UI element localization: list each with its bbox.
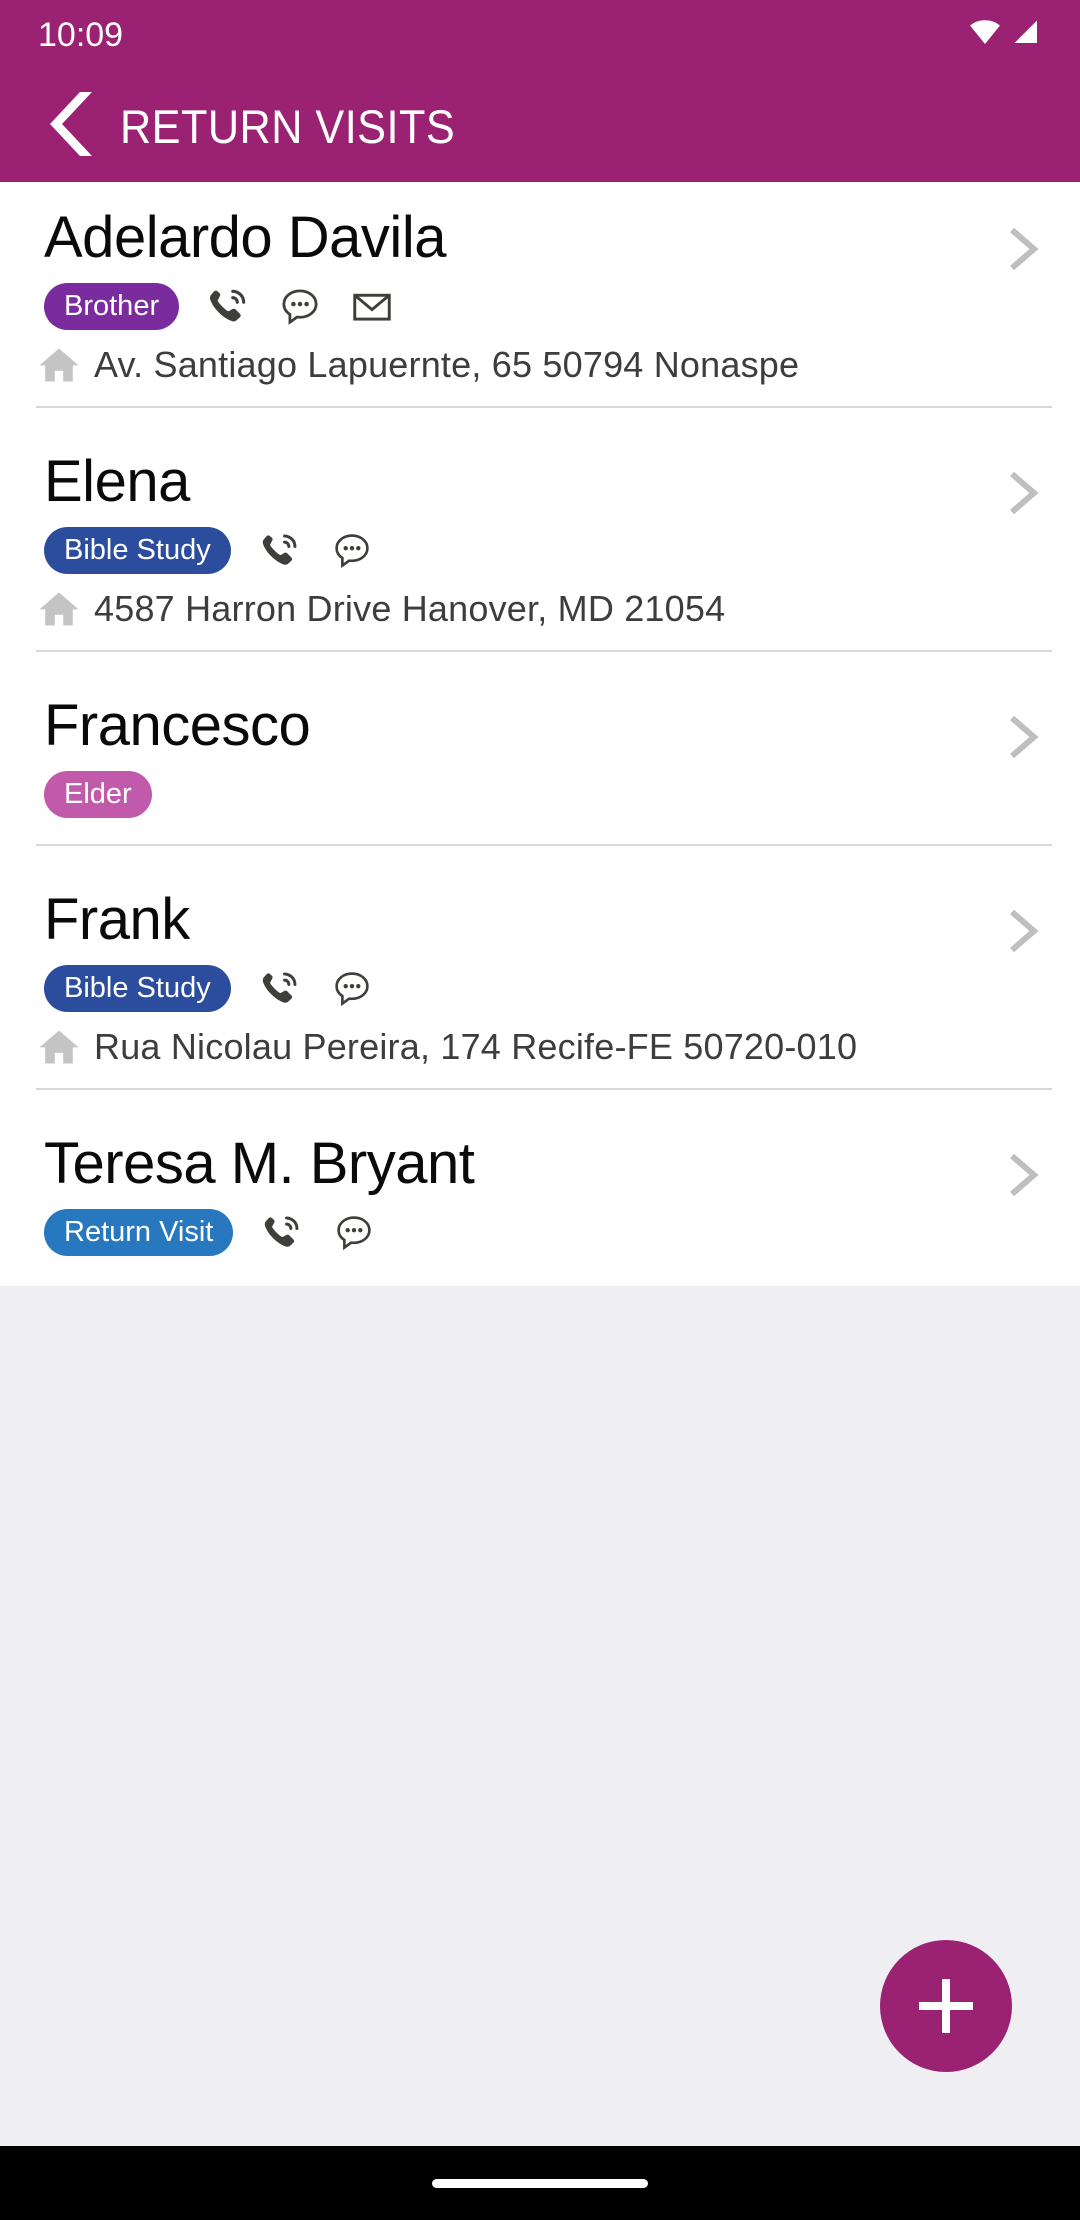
contact-address: 4587 Harron Drive Hanover, MD 21054 <box>94 588 725 630</box>
contact-actions <box>257 528 375 574</box>
contact-name: Francesco <box>44 692 1006 760</box>
contact-address: Av. Santiago Lapuernte, 65 50794 Nonaspe <box>94 344 799 386</box>
empty-list-area <box>0 1286 1080 2220</box>
list-divider <box>36 650 1052 652</box>
message-icon[interactable] <box>277 284 323 330</box>
app-bar: RETURN VISITS <box>0 70 1080 182</box>
home-icon <box>36 342 82 388</box>
list-item-header: Francesco <box>0 692 1080 765</box>
signal-icon <box>1012 18 1042 53</box>
contact-actions <box>257 966 375 1012</box>
list-item-header: Elena <box>0 448 1080 521</box>
phone-icon[interactable] <box>205 284 251 330</box>
contact-address-row: Rua Nicolau Pereira, 174 Recife-FE 50720… <box>0 1012 1080 1070</box>
status-bar: 10:09 <box>0 0 1080 70</box>
message-icon[interactable] <box>329 966 375 1012</box>
status-badge[interactable]: Elder <box>44 771 152 818</box>
list-item-header: Frank <box>0 886 1080 959</box>
contact-name: Frank <box>44 886 1006 954</box>
chevron-left-icon <box>40 87 102 166</box>
return-visits-list: Adelardo Davila Brother <box>0 182 1080 1286</box>
list-item-header: Adelardo Davila <box>0 204 1080 277</box>
list-item-badges: Brother <box>0 277 1080 330</box>
contact-address: Rua Nicolau Pereira, 174 Recife-FE 50720… <box>94 1026 857 1068</box>
status-badge[interactable]: Brother <box>44 283 179 330</box>
back-button[interactable] <box>34 89 108 163</box>
list-item[interactable]: Teresa M. Bryant Return Visit <box>0 1108 1080 1286</box>
page-title: RETURN VISITS <box>120 99 455 154</box>
list-divider <box>36 406 1052 408</box>
list-item[interactable]: Francesco Elder <box>0 670 1080 864</box>
status-badge[interactable]: Bible Study <box>44 527 231 574</box>
contact-name: Adelardo Davila <box>44 204 1006 272</box>
phone-icon[interactable] <box>259 1210 305 1256</box>
list-item[interactable]: Frank Bible Study <box>0 864 1080 1108</box>
list-item-badges: Bible Study <box>0 521 1080 574</box>
status-badge[interactable]: Bible Study <box>44 965 231 1012</box>
chevron-right-icon[interactable] <box>1006 908 1040 959</box>
list-item-badges: Return Visit <box>0 1203 1080 1268</box>
chevron-right-icon[interactable] <box>1006 714 1040 765</box>
list-divider <box>36 1088 1052 1090</box>
chevron-right-icon[interactable] <box>1006 226 1040 277</box>
android-nav-bar <box>0 2146 1080 2220</box>
contact-address-row: 4587 Harron Drive Hanover, MD 21054 <box>0 574 1080 632</box>
wifi-icon <box>968 16 1002 55</box>
contact-name: Elena <box>44 448 1006 516</box>
add-contact-fab[interactable] <box>880 1940 1012 2072</box>
home-icon <box>36 1024 82 1070</box>
message-icon[interactable] <box>331 1210 377 1256</box>
contact-name: Teresa M. Bryant <box>44 1130 1006 1198</box>
phone-screen: 10:09 RETURN VISITS <box>0 0 1080 2220</box>
list-item-badges: Elder <box>0 765 1080 818</box>
plus-icon <box>919 1979 973 2033</box>
email-icon[interactable] <box>349 284 395 330</box>
contact-actions <box>259 1210 377 1256</box>
list-divider <box>36 844 1052 846</box>
phone-icon[interactable] <box>257 528 303 574</box>
status-bar-icons <box>968 16 1042 55</box>
status-badge[interactable]: Return Visit <box>44 1209 233 1256</box>
home-indicator[interactable] <box>432 2179 648 2188</box>
status-bar-clock: 10:09 <box>38 16 123 55</box>
contact-address-row: Av. Santiago Lapuernte, 65 50794 Nonaspe <box>0 330 1080 388</box>
home-icon <box>36 586 82 632</box>
list-item-header: Teresa M. Bryant <box>0 1130 1080 1203</box>
list-item[interactable]: Elena Bible Study <box>0 426 1080 670</box>
message-icon[interactable] <box>329 528 375 574</box>
phone-icon[interactable] <box>257 966 303 1012</box>
list-item-badges: Bible Study <box>0 959 1080 1012</box>
chevron-right-icon[interactable] <box>1006 470 1040 521</box>
chevron-right-icon[interactable] <box>1006 1152 1040 1203</box>
list-item[interactable]: Adelardo Davila Brother <box>0 182 1080 426</box>
contact-actions <box>205 284 395 330</box>
